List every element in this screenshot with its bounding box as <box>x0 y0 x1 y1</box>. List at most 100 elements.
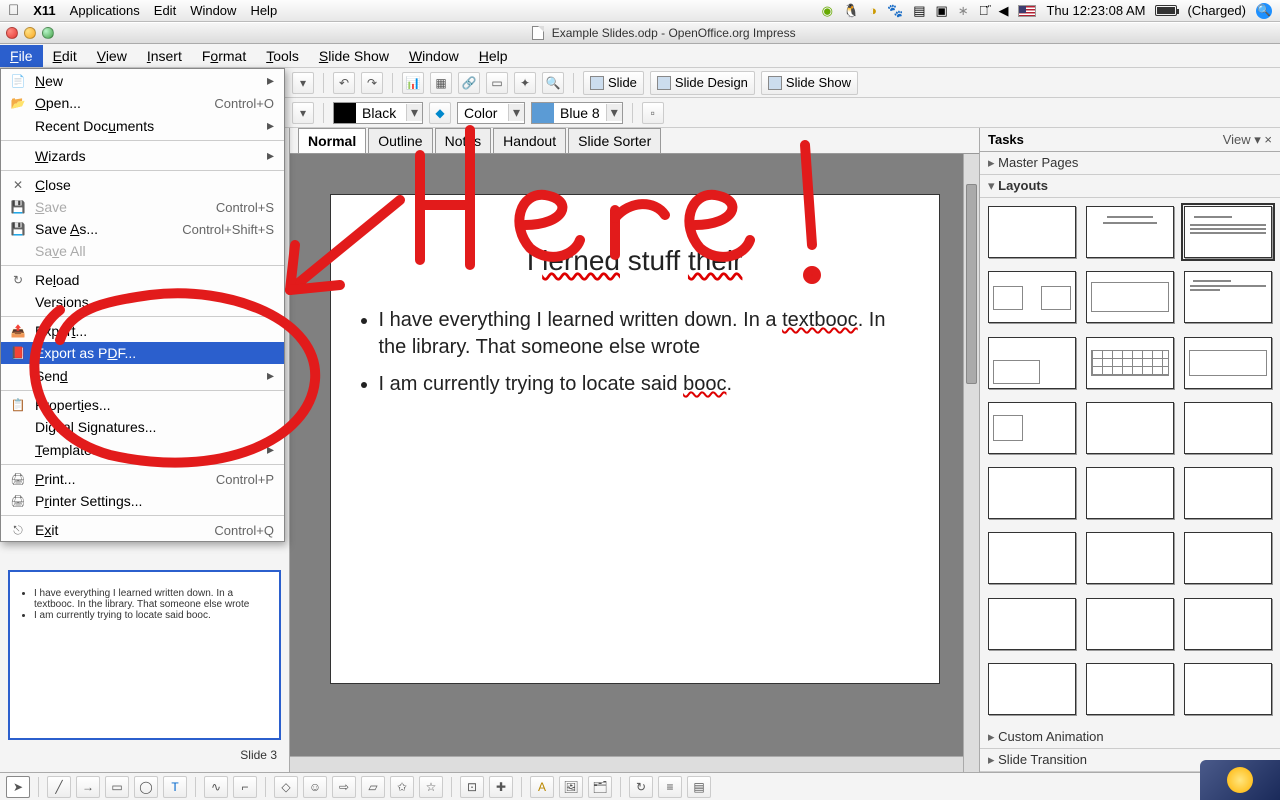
callout-tool[interactable]: ✩ <box>390 776 414 798</box>
layout-item[interactable] <box>1184 663 1272 715</box>
connector-tool[interactable]: ⌐ <box>233 776 257 798</box>
mac-menu-applications[interactable]: Applications <box>70 3 140 18</box>
block-arrows-tool[interactable]: ⇨ <box>332 776 356 798</box>
navigator-button[interactable]: ✦ <box>514 72 536 94</box>
menu-digital-signatures[interactable]: Digital Signatures... <box>1 416 284 438</box>
text-tool[interactable]: T <box>163 776 187 798</box>
menu-wizards[interactable]: Wizards▸ <box>1 144 284 167</box>
menu-export[interactable]: 📤Export... <box>1 320 284 342</box>
horizontal-scrollbar[interactable] <box>290 756 963 772</box>
toolbar-button[interactable]: ▾ <box>292 72 314 94</box>
volume-icon[interactable]: ◀ <box>998 3 1008 19</box>
bluetooth-icon[interactable]: ∗ <box>958 3 969 19</box>
slide-bullet[interactable]: I have everything I learned written down… <box>379 307 911 361</box>
mac-app-name[interactable]: X11 <box>33 3 55 18</box>
mac-menu-edit[interactable]: Edit <box>154 3 176 18</box>
points-tool[interactable]: ⊡ <box>460 776 484 798</box>
layout-item[interactable] <box>1086 402 1174 454</box>
stars-tool[interactable]: ☆ <box>419 776 443 798</box>
section-master-pages[interactable]: Master Pages <box>980 152 1280 175</box>
status-icon[interactable]: 🐧 <box>843 3 859 19</box>
layout-item[interactable] <box>988 337 1076 389</box>
layout-item[interactable] <box>988 271 1076 323</box>
menu-reload[interactable]: ↻Reload <box>1 269 284 291</box>
mac-menu-window[interactable]: Window <box>190 3 236 18</box>
zoom-window-button[interactable] <box>42 27 54 39</box>
layout-item[interactable] <box>1184 206 1272 258</box>
mac-menu-help[interactable]: Help <box>250 3 277 18</box>
menu-open[interactable]: 📂Open...Control+O <box>1 92 284 114</box>
wifi-icon[interactable]: ◉᷁ <box>979 3 989 18</box>
layout-item[interactable] <box>1184 337 1272 389</box>
section-custom-animation[interactable]: Custom Animation <box>980 726 1280 749</box>
toolbar-button[interactable]: ▫ <box>642 102 664 124</box>
layout-item[interactable] <box>1086 532 1174 584</box>
spotlight-icon[interactable]: 🔍 <box>1256 3 1272 19</box>
layout-item[interactable] <box>988 663 1076 715</box>
tab-outline[interactable]: Outline <box>368 128 432 153</box>
fontwork-tool[interactable]: A <box>530 776 554 798</box>
layout-item[interactable] <box>1086 467 1174 519</box>
rotate-tool[interactable]: ↻ <box>629 776 653 798</box>
layout-item[interactable] <box>988 532 1076 584</box>
tab-notes[interactable]: Notes <box>435 128 492 153</box>
canvas-area[interactable]: I lerned stuff their I have everything I… <box>290 154 979 772</box>
menu-format[interactable]: Format <box>192 45 256 67</box>
slide-title[interactable]: I lerned stuff their <box>359 245 911 277</box>
layout-item[interactable] <box>1086 598 1174 650</box>
flowchart-tool[interactable]: ▱ <box>361 776 385 798</box>
fill-mode-combo[interactable]: Color ▾ <box>457 102 525 124</box>
layout-item[interactable] <box>988 206 1076 258</box>
menu-send[interactable]: Send▸ <box>1 364 284 387</box>
line-tool[interactable]: ╱ <box>47 776 71 798</box>
menu-view[interactable]: View <box>87 45 137 67</box>
curve-tool[interactable]: ∿ <box>204 776 228 798</box>
layout-item[interactable] <box>1086 663 1174 715</box>
layout-item[interactable] <box>1086 206 1174 258</box>
symbol-shapes-tool[interactable]: ☺ <box>303 776 327 798</box>
glue-tool[interactable]: ✚ <box>489 776 513 798</box>
hyperlink-button[interactable]: 🔗 <box>458 72 480 94</box>
layout-item[interactable] <box>988 598 1076 650</box>
layout-item[interactable] <box>988 467 1076 519</box>
slide-bullet[interactable]: I am currently trying to locate said boo… <box>379 371 911 398</box>
layout-item[interactable] <box>1086 271 1174 323</box>
slide-body[interactable]: I have everything I learned written down… <box>359 307 911 398</box>
menu-recent[interactable]: Recent Documents▸ <box>1 114 284 137</box>
clock[interactable]: Thu 12:23:08 AM <box>1046 3 1145 18</box>
layout-item[interactable] <box>1184 402 1272 454</box>
fill-button[interactable]: ◆ <box>429 102 451 124</box>
layout-item[interactable] <box>1184 598 1272 650</box>
menu-slideshow[interactable]: Slide Show <box>309 45 399 67</box>
status-icon[interactable]: ◉ <box>822 3 833 19</box>
basic-shapes-tool[interactable]: ◇ <box>274 776 298 798</box>
slide-design-button[interactable]: Slide Design <box>650 71 755 95</box>
status-icon[interactable]: 🐾 <box>887 3 903 19</box>
close-window-button[interactable] <box>6 27 18 39</box>
menu-print[interactable]: 🖨Print...Control+P <box>1 468 284 490</box>
from-file-tool[interactable]: 🖼 <box>559 776 583 798</box>
arrange-tool[interactable]: ▤ <box>687 776 711 798</box>
menu-properties[interactable]: 📋Properties... <box>1 394 284 416</box>
slide-canvas[interactable]: I lerned stuff their I have everything I… <box>330 194 940 684</box>
undo-button[interactable]: ↶ <box>333 72 355 94</box>
layout-item[interactable] <box>1086 337 1174 389</box>
layout-item[interactable] <box>1184 532 1272 584</box>
redo-button[interactable]: ↷ <box>361 72 383 94</box>
gallery-tool[interactable]: 🗂 <box>588 776 612 798</box>
layout-item[interactable] <box>1184 467 1272 519</box>
align-tool[interactable]: ≡ <box>658 776 682 798</box>
menu-save[interactable]: 💾SaveControl+S <box>1 196 284 218</box>
menu-save-as[interactable]: 💾Save As...Control+Shift+S <box>1 218 284 240</box>
menu-file[interactable]: File <box>0 45 43 67</box>
menu-versions[interactable]: Versions... <box>1 291 284 313</box>
layout-item[interactable] <box>1184 271 1272 323</box>
menu-edit[interactable]: Edit <box>43 45 87 67</box>
vertical-scrollbar[interactable] <box>963 154 979 772</box>
rectangle-tool[interactable]: ▭ <box>105 776 129 798</box>
ellipse-tool[interactable]: ◯ <box>134 776 158 798</box>
battery-icon[interactable] <box>1155 5 1177 16</box>
menu-exit[interactable]: ⎋ExitControl+Q <box>1 519 284 541</box>
input-flag-icon[interactable] <box>1018 5 1036 17</box>
menu-new[interactable]: 📄New▸ <box>1 69 284 92</box>
